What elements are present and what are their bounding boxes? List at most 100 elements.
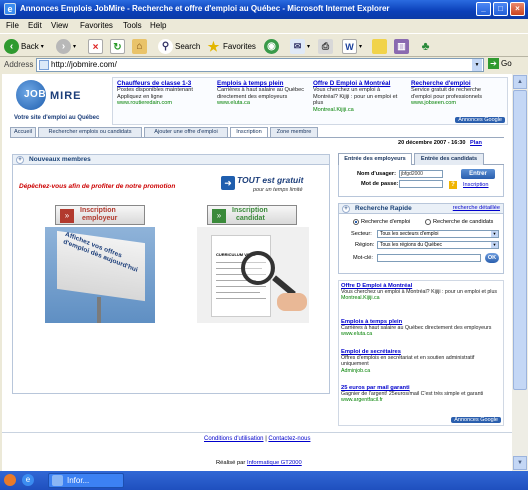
close-button[interactable]: × [510,2,525,16]
region-select[interactable]: Tous les régions du Québec ▼ [377,241,499,249]
top-ad-2[interactable]: Emplois à temps plein Carrières à haut s… [217,80,309,106]
radio-checked-icon [353,219,359,225]
quick-search-panel: Recherche d'emploi Recherche de candidat… [338,214,504,274]
side-ad-2[interactable]: Emplois à temps plein Carrières à haut s… [341,319,501,337]
signup-link[interactable]: Inscription [463,182,489,188]
ad-title[interactable]: Recherche d'emploi [411,80,503,87]
keyword-input[interactable] [377,254,481,262]
home-button[interactable]: ⌂ [132,38,147,55]
messenger-button[interactable]: ♣ [418,38,433,55]
back-button[interactable]: ‹ Back ▾ [4,38,44,55]
ok-button[interactable]: OK [485,253,499,263]
ad-url[interactable]: Adminjob.ca [341,368,501,374]
research-button[interactable]: ▥ [394,38,409,55]
tab-ajouter[interactable]: Ajouter une offre d'emploi [144,127,228,137]
media-button[interactable]: ◉ [264,38,279,55]
top-ads-box: Chauffeurs de classe 1-3 Postes disponib… [112,77,508,125]
address-input[interactable]: http://jobmire.com/ ▼ [36,58,484,72]
forward-button[interactable]: › ▾ [56,38,76,55]
dropdown-icon[interactable]: ▼ [472,59,482,71]
stop-icon: × [88,39,103,54]
maximize-button[interactable]: □ [493,2,508,16]
signup-employer-button[interactable]: » Inscription employeur [55,205,145,225]
ad-url[interactable]: www.eluta.ca [217,100,309,106]
signup-candidate-button[interactable]: » Inscription candidat [207,205,297,225]
ad-title[interactable]: Chauffeurs de classe 1-3 [117,80,209,87]
mail-button[interactable]: ✉ ▾ [290,38,310,55]
ad-url[interactable]: www.routieredain.com [117,100,209,106]
ad-body: Offres d'emplois en secrétariat et en so… [341,355,475,368]
terms-link[interactable]: Conditions d'utilisation [204,436,264,442]
favorites-button[interactable]: ★ Favorites [206,38,256,55]
address-label: Address [4,60,34,69]
tab-candidates[interactable]: Entrée des candidats [414,153,484,165]
scroll-down-icon[interactable]: ▼ [513,456,527,470]
edit-button[interactable]: W ▾ [342,38,362,55]
free-title: TOUT est gratuit [237,175,304,185]
tab-inscription[interactable]: Inscription [230,127,268,137]
top-ad-1[interactable]: Chauffeurs de classe 1-3 Postes disponib… [117,80,209,106]
dropdown-icon: ▾ [359,44,363,50]
go-button[interactable]: ➔ Go [488,58,512,69]
tab-accueil[interactable]: Accueil [10,127,36,137]
radio-jobs-label: Recherche d'emploi [361,219,411,225]
side-ad-1[interactable]: Offre D Emploi à Montréal Vous cherchez … [341,283,501,301]
menu-favorites[interactable]: Favorites [80,21,113,30]
ie-icon[interactable]: e [22,474,34,486]
advanced-search-link[interactable]: recherche détaillée [453,204,500,213]
print-button[interactable]: ⎙ [318,38,333,55]
contact-link[interactable]: Contactez-nous [268,436,310,442]
tab-rechercher[interactable]: Rechercher emplois ou candidats [38,127,142,137]
ads-by-google[interactable]: Annonces Google [455,117,505,123]
research-icon: ▥ [394,39,409,54]
resume-image[interactable]: CURRICULUM VITAE [197,227,309,323]
top-ad-4[interactable]: Recherche d'emploi Service gratuit de re… [411,80,503,106]
ad-url[interactable]: Montreal.Kijiji.ca [341,295,501,301]
made-by-link[interactable]: Informatique GT2000 [247,460,302,466]
free-sub: pour un temps limité [253,187,303,193]
billboard-text: Affichez vos offres d'emploi dès aujourd… [62,230,139,274]
vertical-scrollbar[interactable]: ▲ ▼ [512,74,528,471]
menu-tools[interactable]: Tools [123,21,142,30]
window-titlebar: e Annonces Emplois JobMire - Recherche e… [0,0,528,19]
minimize-button[interactable]: _ [476,2,491,16]
sector-select[interactable]: Tous les secteurs d'emploi ▼ [377,230,499,238]
help-icon[interactable]: ? [449,181,457,189]
radio-jobs[interactable]: Recherche d'emploi [353,219,410,225]
ad-url[interactable]: www.eluta.ca [341,331,501,337]
ad-url[interactable]: www.jobseen.com [411,100,503,106]
ad-title[interactable]: Emplois à temps plein [217,80,309,87]
radio-candidates[interactable]: Recherche de candidats [425,219,493,225]
tab-zone-membre[interactable]: Zone membre [270,127,318,137]
word-icon: W [342,39,357,54]
plan-link[interactable]: Plan [470,140,482,146]
billboard-image[interactable]: Affichez vos offres d'emploi dès aujourd… [45,227,155,323]
tab-employers[interactable]: Entrée des employeurs [338,153,412,165]
site-logo[interactable]: JOB MIRE Votre site d'emploi au Québec [12,78,99,126]
username-input[interactable]: jbfgd2000 [399,170,443,178]
password-input[interactable] [399,180,443,188]
taskbar-item[interactable]: Infor... [48,473,124,488]
ads-by-google[interactable]: Annonces Google [451,417,501,423]
search-button[interactable]: ⚲ Search [158,38,200,55]
window-icon [52,475,63,486]
ad-url[interactable]: Montreal.Kijiji.ca [313,107,405,113]
scroll-thumb[interactable] [513,90,527,390]
side-ad-4[interactable]: 25 euros par mail garanti Gagnier de l'a… [341,385,501,403]
enter-button[interactable]: Entrer [461,169,495,179]
ad-url[interactable]: www.argentfacil.fr [341,397,501,403]
menu-file[interactable]: File [6,21,19,30]
side-ad-3[interactable]: Emploi de secrétaires Offres d'emplois e… [341,349,501,374]
menu-view[interactable]: View [51,21,68,30]
firefox-icon[interactable] [4,474,16,486]
ad-title[interactable]: Offre D Emploi à Montréal [313,80,405,87]
menu-edit[interactable]: Edit [28,21,42,30]
scroll-up-icon[interactable]: ▲ [513,75,527,89]
footer-links: Conditions d'utilisation | Contactez-nou… [204,436,310,442]
discuss-button[interactable] [372,38,387,55]
menu-help[interactable]: Help [150,21,166,30]
top-ad-3[interactable]: Offre D Emploi à Montréal Vous cherchez … [313,80,405,113]
refresh-button[interactable]: ↻ [110,38,125,55]
side-ads-box: Offre D Emploi à Montréal Vous cherchez … [338,280,504,426]
stop-button[interactable]: × [88,38,103,55]
